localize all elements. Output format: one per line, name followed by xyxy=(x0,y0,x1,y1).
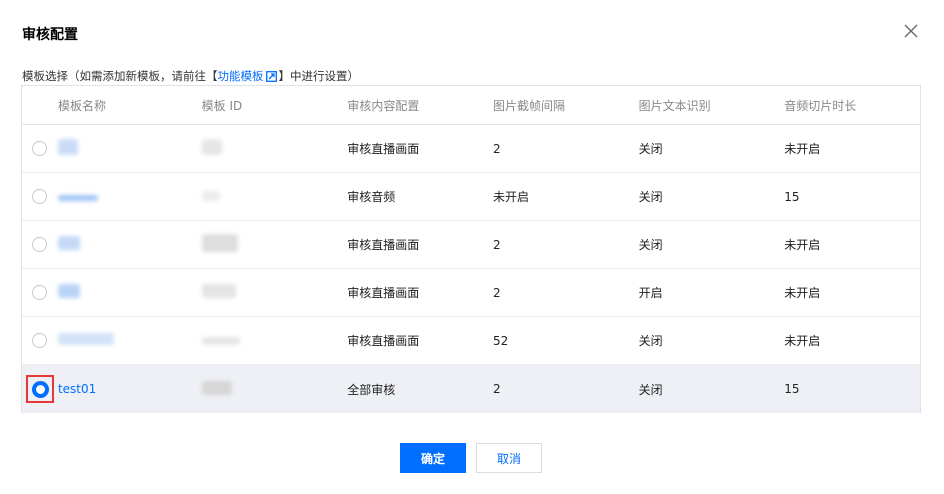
radio-cell[interactable] xyxy=(22,141,58,156)
redacted-id xyxy=(201,284,236,298)
text-recognition-cell: 关闭 xyxy=(638,190,663,204)
header-template-id: 模板 ID xyxy=(201,98,243,113)
template-id-cell xyxy=(201,234,348,255)
row-radio[interactable] xyxy=(32,141,47,156)
template-name-cell xyxy=(57,333,202,348)
redacted-name xyxy=(57,236,80,250)
hint-prefix: 模板选择（如需添加新模板，请前往【 xyxy=(22,69,218,83)
audio-slice-cell: 未开启 xyxy=(784,142,821,156)
template-id-cell xyxy=(201,334,348,348)
radio-cell[interactable] xyxy=(22,189,58,204)
header-template-name: 模板名称 xyxy=(58,98,107,113)
table-row[interactable]: 审核音频 未开启 关闭 15 xyxy=(22,173,920,221)
radio-cell[interactable] xyxy=(22,237,58,252)
template-name-cell xyxy=(57,236,202,253)
frame-interval-cell: 52 xyxy=(492,333,509,348)
header-audio-slice: 音频切片时长 xyxy=(784,98,857,113)
header-text-recognition: 图片文本识别 xyxy=(638,98,711,113)
hint-suffix: 】中进行设置） xyxy=(278,69,360,83)
frame-interval-cell: 未开启 xyxy=(492,190,529,204)
redacted-id xyxy=(201,190,220,201)
close-icon[interactable] xyxy=(904,24,924,44)
audio-slice-cell: 未开启 xyxy=(784,334,821,348)
template-id-cell xyxy=(201,190,348,204)
audio-slice-cell: 未开启 xyxy=(784,286,821,300)
row-radio[interactable] xyxy=(32,333,47,348)
row-radio[interactable] xyxy=(32,237,47,252)
feature-template-link[interactable]: 功能模板 xyxy=(218,69,264,83)
redacted-id xyxy=(201,380,232,395)
frame-interval-cell: 2 xyxy=(492,141,501,156)
redacted-name xyxy=(57,284,80,298)
frame-interval-cell: 2 xyxy=(492,382,501,396)
radio-cell[interactable] xyxy=(22,375,58,403)
template-id-cell xyxy=(201,139,348,158)
redacted-id xyxy=(201,234,238,252)
text-recognition-cell: 开启 xyxy=(638,286,663,300)
template-table: 模板名称 模板 ID 审核内容配置 图片截帧间隔 图片文本识别 音频切片时长 审… xyxy=(21,85,921,413)
text-recognition-cell: 关闭 xyxy=(638,142,663,156)
review-content-cell: 全部审核 xyxy=(347,382,396,397)
row-radio-selected[interactable] xyxy=(32,380,49,398)
audio-slice-cell: 15 xyxy=(784,382,800,396)
frame-interval-cell: 2 xyxy=(492,285,501,300)
confirm-button[interactable]: 确定 xyxy=(400,443,466,473)
template-name-link[interactable]: test01 xyxy=(58,382,96,396)
text-recognition-cell: 关闭 xyxy=(638,334,663,348)
external-link-icon[interactable] xyxy=(265,71,277,85)
table-row-selected[interactable]: test01 全部审核 2 关闭 15 xyxy=(22,365,920,413)
redacted-name xyxy=(57,333,114,345)
table-row[interactable]: 审核直播画面 2 关闭 未开启 xyxy=(22,125,920,173)
row-radio[interactable] xyxy=(32,285,47,300)
review-content-cell: 审核音频 xyxy=(347,190,396,204)
table-header: 模板名称 模板 ID 审核内容配置 图片截帧间隔 图片文本识别 音频切片时长 xyxy=(22,86,920,125)
row-radio[interactable] xyxy=(32,189,47,204)
cancel-button[interactable]: 取消 xyxy=(476,443,542,473)
redacted-name xyxy=(57,139,78,155)
review-content-cell: 审核直播画面 xyxy=(347,286,420,300)
template-name-cell xyxy=(57,190,202,204)
template-name-cell xyxy=(57,284,202,301)
review-content-cell: 审核直播画面 xyxy=(347,334,420,348)
header-review-content: 审核内容配置 xyxy=(347,98,420,113)
redacted-id xyxy=(201,336,240,345)
template-name-cell xyxy=(57,139,202,158)
template-id-cell xyxy=(201,284,348,301)
dialog-title: 审核配置 xyxy=(22,27,78,43)
frame-interval-cell: 2 xyxy=(492,237,501,252)
table-row[interactable]: 审核直播画面 2 关闭 未开启 xyxy=(22,221,920,269)
text-recognition-cell: 关闭 xyxy=(638,238,663,252)
radio-cell[interactable] xyxy=(22,333,58,348)
review-content-cell: 审核直播画面 xyxy=(347,238,420,252)
template-name-cell[interactable]: test01 xyxy=(58,382,202,396)
review-content-cell: 审核直播画面 xyxy=(347,142,420,156)
template-id-cell xyxy=(201,380,348,398)
header-frame-interval: 图片截帧间隔 xyxy=(492,98,565,113)
audio-slice-cell: 未开启 xyxy=(784,238,821,252)
audio-slice-cell: 15 xyxy=(784,189,800,204)
table-row[interactable]: 审核直播画面 2 开启 未开启 xyxy=(22,269,920,317)
radio-cell[interactable] xyxy=(22,285,58,300)
table-row[interactable]: 审核直播画面 52 关闭 未开启 xyxy=(22,317,920,365)
redacted-name xyxy=(57,194,98,201)
redacted-id xyxy=(201,139,222,155)
template-hint: 模板选择（如需添加新模板，请前往【功能模板 】中进行设置） xyxy=(22,68,359,85)
text-recognition-cell: 关闭 xyxy=(638,382,663,397)
